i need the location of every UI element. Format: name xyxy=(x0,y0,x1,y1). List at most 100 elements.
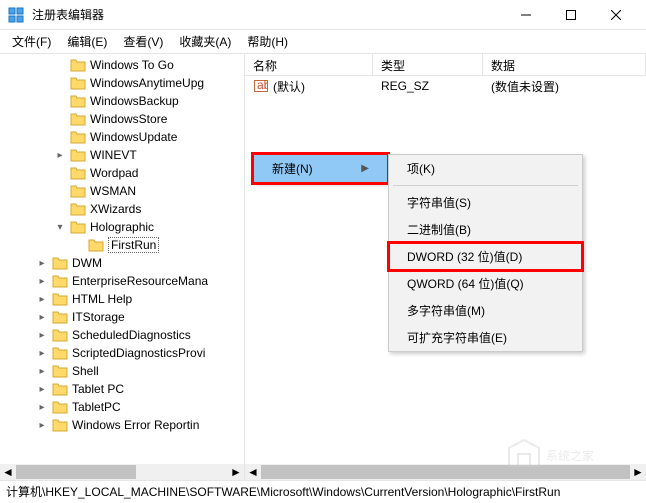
tree-item[interactable]: ▸ ScriptedDiagnosticsProvi xyxy=(0,344,244,362)
tree-item[interactable]: ▸ Tablet PC xyxy=(0,380,244,398)
tree-item[interactable]: FirstRun xyxy=(0,236,244,254)
chevron-right-icon[interactable]: ▸ xyxy=(36,366,48,377)
scroll-track[interactable] xyxy=(261,464,630,480)
tree-item[interactable]: ▸WINEVT xyxy=(0,146,244,164)
folder-icon xyxy=(52,382,68,396)
chevron-right-icon[interactable]: ▸ xyxy=(36,330,48,341)
chevron-right-icon[interactable]: ▸ xyxy=(36,258,48,269)
tree-item[interactable]: XWizards xyxy=(0,200,244,218)
svg-text:ab: ab xyxy=(257,79,268,92)
maximize-button[interactable] xyxy=(548,1,593,29)
folder-icon xyxy=(70,94,86,108)
list-row[interactable]: ab (默认) REG_SZ (数值未设置) xyxy=(245,76,646,96)
chevron-right-icon[interactable]: ▸ xyxy=(36,348,48,359)
menu-view[interactable]: 查看(V) xyxy=(115,30,171,53)
chevron-right-icon[interactable]: ▸ xyxy=(36,312,48,323)
scroll-track[interactable] xyxy=(16,464,228,480)
chevron-right-icon[interactable]: ▸ xyxy=(36,294,48,305)
ctx-menu-item[interactable]: 多字符串值(M) xyxy=(389,297,582,324)
menu-favorites[interactable]: 收藏夹(A) xyxy=(171,30,239,53)
chevron-right-icon[interactable]: ▸ xyxy=(36,276,48,287)
folder-icon xyxy=(52,292,68,306)
close-button[interactable] xyxy=(593,1,638,29)
ctx-menu-item[interactable]: 可扩充字符串值(E) xyxy=(389,324,582,351)
cell-type: REG_SZ xyxy=(373,77,483,95)
tree-item[interactable]: WindowsUpdate xyxy=(0,128,244,146)
tree-item[interactable]: WindowsStore xyxy=(0,110,244,128)
tree-item-label: HTML Help xyxy=(72,292,132,306)
list-header: 名称 类型 数据 xyxy=(245,54,646,76)
tree-item-label: WSMAN xyxy=(90,184,136,198)
tree-item[interactable]: ▸ScheduledDiagnostics xyxy=(0,326,244,344)
tree-item[interactable]: ▸EnterpriseResourceMana xyxy=(0,272,244,290)
list-hscrollbar[interactable]: ◄ ► xyxy=(245,464,646,480)
cell-name: ab (默认) xyxy=(245,76,373,97)
tree-item[interactable]: Windows To Go xyxy=(0,56,244,74)
col-name[interactable]: 名称 xyxy=(245,54,373,75)
tree-item[interactable]: WindowsBackup xyxy=(0,92,244,110)
scroll-right-icon[interactable]: ► xyxy=(630,464,646,480)
folder-icon xyxy=(52,310,68,324)
tree-item[interactable]: ▸ Shell xyxy=(0,362,244,380)
ctx-menu-item[interactable]: DWORD (32 位)值(D) xyxy=(389,243,582,270)
scroll-thumb[interactable] xyxy=(261,465,630,479)
tree-item[interactable]: ▾Holographic xyxy=(0,218,244,236)
folder-icon xyxy=(70,184,86,198)
scroll-right-icon[interactable]: ► xyxy=(228,464,244,480)
chevron-right-icon[interactable]: ▸ xyxy=(36,420,48,431)
tree-item[interactable]: ▸ITStorage xyxy=(0,308,244,326)
chevron-right-icon[interactable]: ▸ xyxy=(54,150,66,161)
ctx-menu-label: DWORD (32 位)值(D) xyxy=(407,248,522,265)
menubar: 文件(F) 编辑(E) 查看(V) 收藏夹(A) 帮助(H) xyxy=(0,30,646,54)
chevron-right-icon[interactable]: ▸ xyxy=(36,384,48,395)
tree-item-label: WindowsUpdate xyxy=(90,130,177,144)
ctx-menu-label: 二进制值(B) xyxy=(407,221,471,238)
window-title: 注册表编辑器 xyxy=(32,6,503,23)
cell-data: (数值未设置) xyxy=(483,76,567,97)
context-menu-new: 新建(N) ▶ xyxy=(253,154,388,183)
folder-icon xyxy=(52,274,68,288)
tree-hscrollbar[interactable]: ◄ ► xyxy=(0,464,244,480)
chevron-down-icon[interactable]: ▾ xyxy=(54,222,66,233)
scroll-thumb[interactable] xyxy=(16,465,136,479)
string-value-icon: ab xyxy=(253,79,269,93)
col-data[interactable]: 数据 xyxy=(483,54,646,75)
value-name: (默认) xyxy=(273,78,305,95)
list-panel: 名称 类型 数据 ab (默认) REG_SZ (数值未设置) 新建(N) ▶ … xyxy=(245,54,646,480)
tree-item[interactable]: ▸ Windows Error Reportin xyxy=(0,416,244,434)
content-area: Windows To GoWindowsAnytimeUpg WindowsBac… xyxy=(0,54,646,480)
tree-item-label: DWM xyxy=(72,256,102,270)
menu-file[interactable]: 文件(F) xyxy=(4,30,59,53)
minimize-button[interactable] xyxy=(503,1,548,29)
tree-view[interactable]: Windows To GoWindowsAnytimeUpg WindowsBac… xyxy=(0,54,244,436)
tree-item-label: WindowsBackup xyxy=(90,94,179,108)
tree-item-label: XWizards xyxy=(90,202,141,216)
ctx-menu-item[interactable]: 字符串值(S) xyxy=(389,189,582,216)
tree-item[interactable]: Wordpad xyxy=(0,164,244,182)
tree-item[interactable]: ▸ HTML Help xyxy=(0,290,244,308)
tree-item[interactable]: WSMAN xyxy=(0,182,244,200)
ctx-menu-label: QWORD (64 位)值(Q) xyxy=(407,275,524,292)
folder-icon xyxy=(52,418,68,432)
ctx-menu-item[interactable]: 二进制值(B) xyxy=(389,216,582,243)
chevron-right-icon[interactable]: ▸ xyxy=(36,402,48,413)
tree-item-label: WindowsStore xyxy=(90,112,167,126)
scroll-left-icon[interactable]: ◄ xyxy=(0,464,16,480)
ctx-new[interactable]: 新建(N) ▶ xyxy=(254,155,387,182)
ctx-menu-item[interactable]: 项(K) xyxy=(389,155,582,182)
tree-item-label: Windows Error Reportin xyxy=(72,418,199,432)
tree-panel: Windows To GoWindowsAnytimeUpg WindowsBac… xyxy=(0,54,245,480)
menu-edit[interactable]: 编辑(E) xyxy=(59,30,115,53)
tree-item[interactable]: ▸TabletPC xyxy=(0,398,244,416)
tree-item-label: ScriptedDiagnosticsProvi xyxy=(72,346,205,360)
tree-item[interactable]: WindowsAnytimeUpg xyxy=(0,74,244,92)
menu-help[interactable]: 帮助(H) xyxy=(239,30,296,53)
folder-icon xyxy=(52,328,68,342)
ctx-menu-item[interactable]: QWORD (64 位)值(Q) xyxy=(389,270,582,297)
tree-item-label: Tablet PC xyxy=(72,382,124,396)
col-type[interactable]: 类型 xyxy=(373,54,483,75)
folder-icon xyxy=(70,76,86,90)
tree-item[interactable]: ▸ DWM xyxy=(0,254,244,272)
scroll-left-icon[interactable]: ◄ xyxy=(245,464,261,480)
tree-item-label: Shell xyxy=(72,364,99,378)
